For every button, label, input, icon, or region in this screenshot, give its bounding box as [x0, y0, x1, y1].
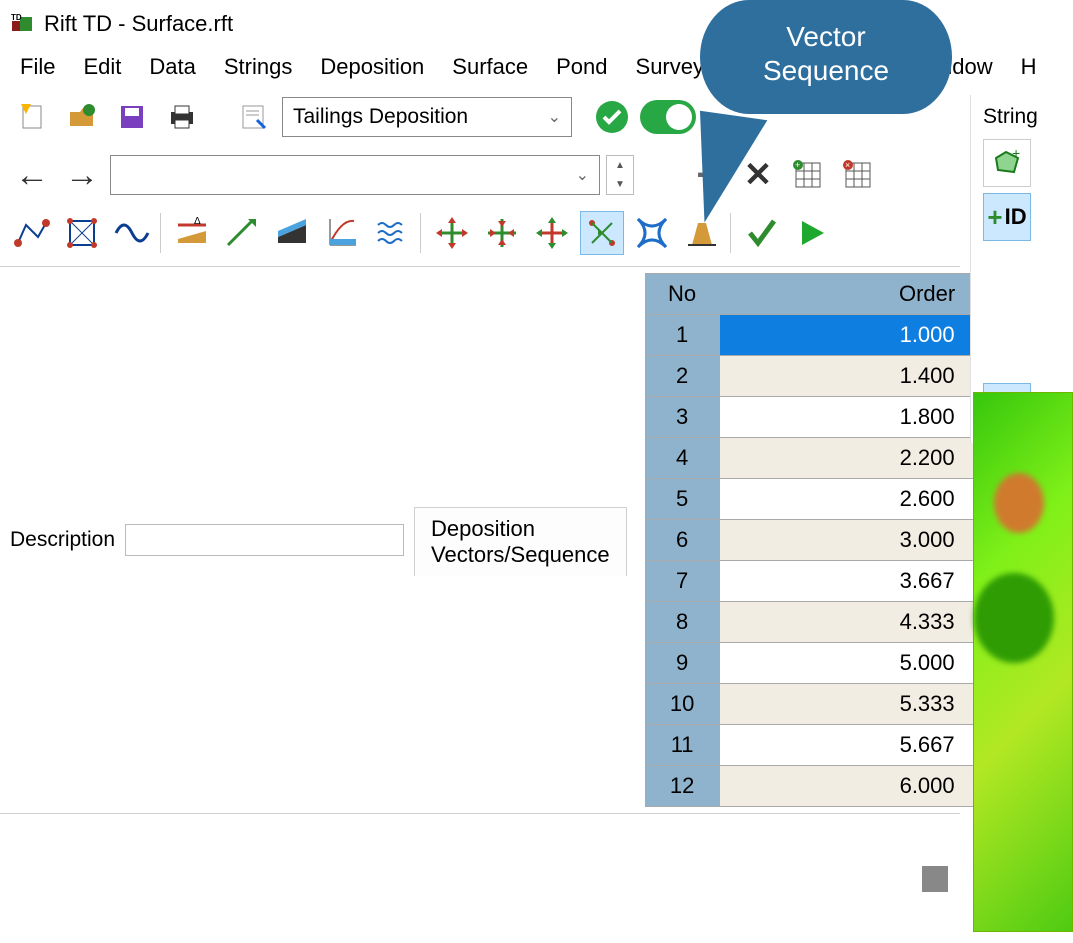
- window-title: Rift TD - Surface.rft: [44, 11, 233, 37]
- enable-toggle[interactable]: [640, 100, 696, 134]
- save-icon[interactable]: [110, 95, 154, 139]
- menu-help[interactable]: H: [1007, 50, 1051, 84]
- fill-layer-icon[interactable]: [270, 211, 314, 255]
- cell-no[interactable]: 6: [646, 520, 720, 561]
- toolbar-nav: ← → ⌄ ▲▼ + ✕ + ×: [0, 146, 960, 204]
- add-id-icon[interactable]: +ID: [983, 193, 1031, 241]
- menu-surface[interactable]: Surface: [438, 50, 542, 84]
- callout-bubble: Vector Sequence: [700, 0, 952, 114]
- play-icon[interactable]: [790, 211, 834, 255]
- cell-no[interactable]: 9: [646, 643, 720, 684]
- svg-text:+: +: [1012, 148, 1020, 161]
- polyline-icon[interactable]: [10, 211, 54, 255]
- cell-no[interactable]: 4: [646, 438, 720, 479]
- menu-strings[interactable]: Strings: [210, 50, 306, 84]
- diverge-green-icon[interactable]: [430, 211, 474, 255]
- menu-pond[interactable]: Pond: [542, 50, 621, 84]
- open-file-icon[interactable]: [60, 95, 104, 139]
- section-elev-icon[interactable]: Δ: [170, 211, 214, 255]
- mesh-node-icon[interactable]: [60, 211, 104, 255]
- description-label: Description: [10, 528, 115, 552]
- chevron-down-icon: ⌄: [548, 107, 561, 127]
- description-input[interactable]: [125, 524, 404, 556]
- new-file-icon[interactable]: [10, 95, 54, 139]
- polygon-add-icon[interactable]: +: [983, 139, 1031, 187]
- scrollbar-thumb[interactable]: [922, 866, 948, 892]
- check-circle-icon[interactable]: [590, 95, 634, 139]
- cell-no[interactable]: 10: [646, 684, 720, 725]
- svg-text:TD: TD: [11, 13, 22, 22]
- app-icon: TD: [8, 12, 38, 36]
- wave-icon[interactable]: [110, 211, 154, 255]
- grid-add-icon[interactable]: +: [786, 153, 830, 197]
- right-panel: String + +ID: [970, 95, 1073, 443]
- right-tab-string[interactable]: String: [977, 101, 1067, 133]
- converge-green-icon[interactable]: [480, 211, 524, 255]
- cell-no[interactable]: 1: [646, 315, 720, 356]
- map-viewport[interactable]: [973, 392, 1073, 932]
- cell-no[interactable]: 8: [646, 602, 720, 643]
- vector-sequence-icon[interactable]: [580, 211, 624, 255]
- cell-no[interactable]: 11: [646, 725, 720, 766]
- spinner[interactable]: ▲▼: [606, 155, 634, 195]
- menu-edit[interactable]: Edit: [69, 50, 135, 84]
- deposition-combo-value: Tailings Deposition: [293, 105, 468, 129]
- callout-line1: Vector: [710, 20, 942, 54]
- grid-remove-icon[interactable]: ×: [836, 153, 880, 197]
- callout-line2: Sequence: [710, 54, 942, 88]
- trend-up-icon[interactable]: [220, 211, 264, 255]
- header-no[interactable]: No: [646, 274, 720, 315]
- cell-no[interactable]: 12: [646, 766, 720, 807]
- selector-combo[interactable]: ⌄: [110, 155, 600, 195]
- tab-deposition-vectors[interactable]: Deposition Vectors/Sequence: [414, 507, 627, 576]
- deposition-combo[interactable]: Tailings Deposition ⌄: [282, 97, 572, 137]
- print-icon[interactable]: [160, 95, 204, 139]
- menu-file[interactable]: File: [6, 50, 69, 84]
- edit-note-icon[interactable]: [232, 95, 276, 139]
- svg-text:+: +: [795, 160, 800, 170]
- back-arrow-icon[interactable]: ←: [10, 153, 54, 197]
- cell-no[interactable]: 2: [646, 356, 720, 397]
- intersection-icon[interactable]: [630, 211, 674, 255]
- chevron-down-icon: ⌄: [576, 165, 589, 185]
- description-row: Description Deposition Vectors/Sequence …: [0, 266, 960, 814]
- tabstrip: Deposition Vectors/Sequence: [414, 505, 627, 576]
- cell-no[interactable]: 3: [646, 397, 720, 438]
- menu-data[interactable]: Data: [135, 50, 209, 84]
- menu-deposition[interactable]: Deposition: [306, 50, 438, 84]
- toolbar-tools: Δ: [0, 204, 960, 262]
- diverge-red-icon[interactable]: [530, 211, 574, 255]
- svg-text:×: ×: [845, 160, 850, 170]
- cell-no[interactable]: 5: [646, 479, 720, 520]
- svg-text:Δ: Δ: [194, 216, 201, 227]
- cell-no[interactable]: 7: [646, 561, 720, 602]
- forward-arrow-icon[interactable]: →: [60, 153, 104, 197]
- curve-chart-icon[interactable]: [320, 211, 364, 255]
- water-waves-icon[interactable]: [370, 211, 414, 255]
